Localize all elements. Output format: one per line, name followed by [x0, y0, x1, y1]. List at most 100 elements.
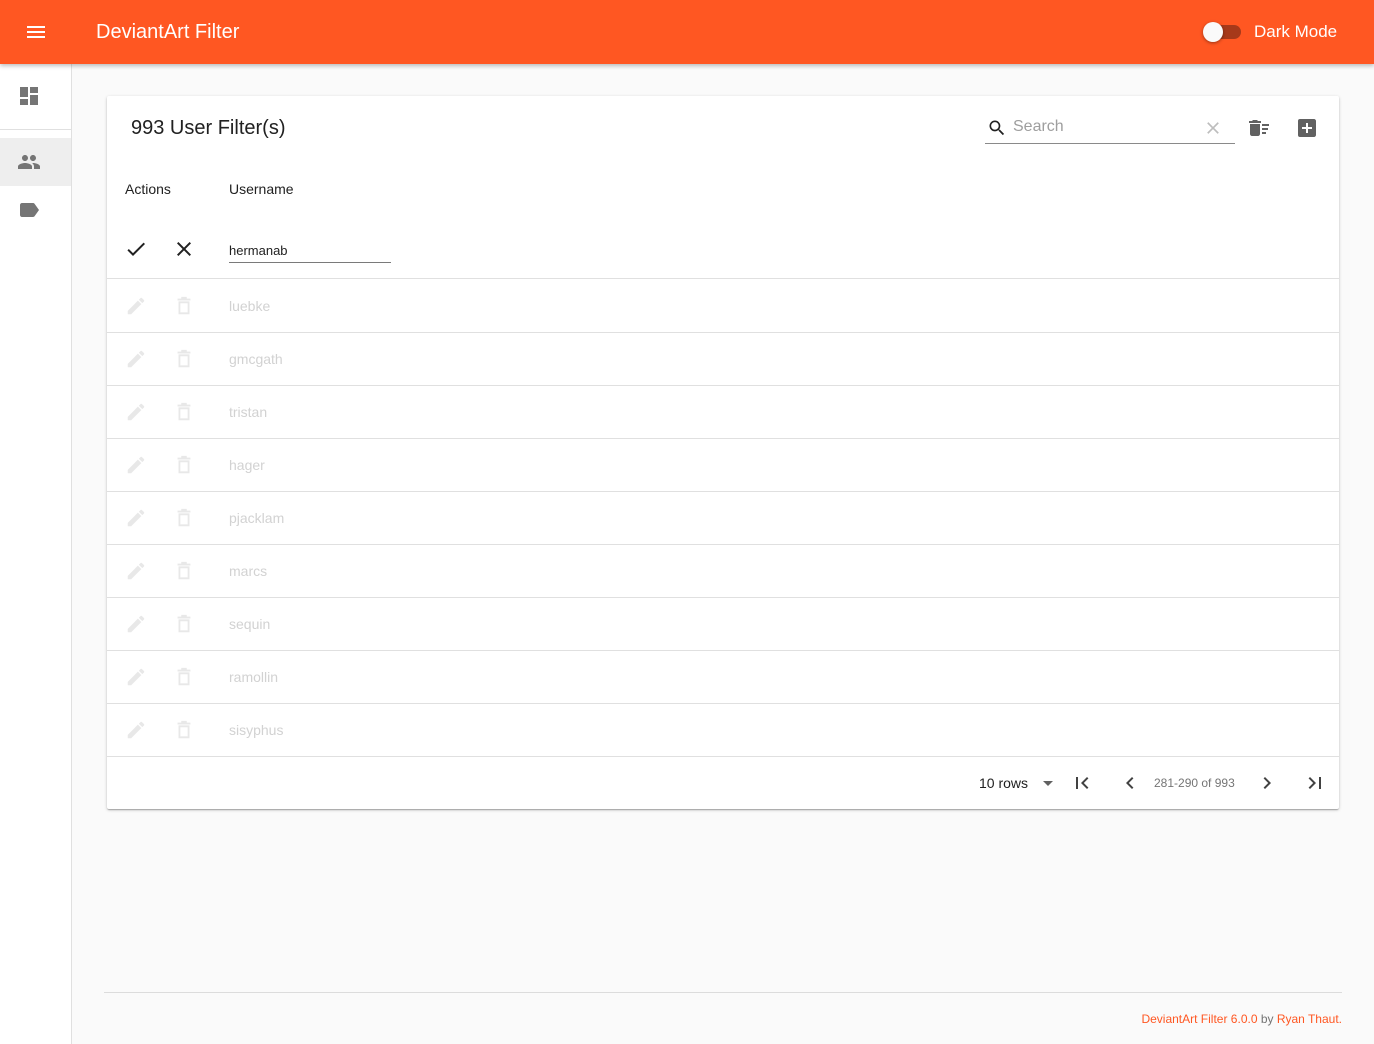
edit-icon	[127, 350, 145, 368]
delete-button[interactable]	[172, 294, 196, 318]
search-field	[985, 112, 1235, 144]
delete-button[interactable]	[172, 347, 196, 371]
edit-button[interactable]	[124, 718, 148, 742]
edit-row	[107, 226, 1339, 279]
delete-all-button[interactable]	[1247, 116, 1271, 140]
app-version-link[interactable]: DeviantArt Filter 6.0.0	[1141, 1012, 1257, 1026]
trash-icon	[177, 455, 191, 474]
trash-icon	[177, 614, 191, 633]
dropdown-arrow-icon	[1043, 781, 1054, 786]
edit-button[interactable]	[124, 347, 148, 371]
app-bar: DeviantArt Filter Dark Mode	[0, 0, 1374, 64]
edit-icon	[127, 562, 145, 580]
author-link[interactable]: Ryan Thaut.	[1277, 1012, 1342, 1026]
trash-icon	[177, 508, 191, 527]
delete-sweep-icon	[1249, 120, 1269, 136]
dark-mode-toggle[interactable]	[1203, 22, 1243, 42]
edit-button[interactable]	[124, 453, 148, 477]
edit-icon	[127, 456, 145, 474]
delete-button[interactable]	[172, 559, 196, 583]
trash-icon	[177, 561, 191, 580]
label-icon	[20, 203, 39, 217]
dark-mode-label: Dark Mode	[1254, 22, 1338, 41]
username-cell: luebke	[229, 298, 271, 314]
rows-per-page-value: 10 rows	[979, 775, 1029, 791]
edit-button[interactable]	[124, 665, 148, 689]
user-filters-card: 993 User Filter(s) Actions Username lueb…	[107, 96, 1339, 809]
column-header-username[interactable]: Username	[229, 182, 294, 196]
delete-button[interactable]	[172, 612, 196, 636]
rows-per-page-select[interactable]: 10 rows	[979, 771, 1060, 795]
edit-icon	[127, 615, 145, 633]
nav-item-tags[interactable]	[0, 186, 71, 234]
chevron-right-icon	[1263, 777, 1271, 789]
username-cell: tristan	[229, 404, 268, 420]
save-edit-button[interactable]	[124, 237, 148, 261]
username-cell: sisyphus	[229, 722, 284, 738]
column-header-actions: Actions	[125, 181, 171, 197]
edit-button[interactable]	[124, 559, 148, 583]
delete-button[interactable]	[172, 453, 196, 477]
table-row: marcs	[107, 545, 1339, 598]
nav-divider	[0, 129, 71, 130]
next-page-button[interactable]	[1255, 771, 1279, 795]
search-icon	[989, 120, 1005, 136]
first-page-icon	[1076, 777, 1089, 789]
search-input[interactable]	[1013, 115, 1193, 139]
footer: DeviantArt Filter 6.0.0 by Ryan Thaut.	[1141, 1012, 1342, 1026]
edit-button[interactable]	[124, 506, 148, 530]
footer-by-text: by	[1257, 1012, 1277, 1026]
menu-button[interactable]	[12, 8, 60, 56]
last-page-button[interactable]	[1303, 771, 1327, 795]
nav-drawer	[0, 64, 72, 1044]
dashboard-icon	[20, 87, 38, 105]
page-range: 281-290 of 993	[1154, 776, 1235, 790]
table-row: hager	[107, 439, 1339, 492]
username-cell: ramollin	[229, 669, 279, 685]
username-cell: gmcgath	[229, 351, 283, 367]
table-row: gmcgath	[107, 333, 1339, 386]
people-icon	[18, 155, 40, 169]
app-title: DeviantArt Filter	[96, 21, 240, 43]
nav-item-dashboard[interactable]	[0, 72, 71, 120]
menu-icon	[27, 26, 45, 38]
add-filter-button[interactable]	[1295, 116, 1319, 140]
username-cell: pjacklam	[229, 510, 285, 526]
username-edit-input[interactable]	[229, 239, 389, 261]
delete-button[interactable]	[172, 506, 196, 530]
edit-icon	[127, 509, 145, 527]
edit-button[interactable]	[124, 400, 148, 424]
edit-button[interactable]	[124, 294, 148, 318]
dark-mode-toggle-thumb	[1203, 22, 1223, 42]
trash-icon	[177, 402, 191, 421]
last-page-icon	[1308, 777, 1321, 789]
edit-button[interactable]	[124, 612, 148, 636]
username-cell: sequin	[229, 616, 271, 632]
footer-divider	[104, 992, 1342, 993]
cancel-edit-button[interactable]	[172, 237, 196, 261]
delete-button[interactable]	[172, 718, 196, 742]
trash-icon	[177, 296, 191, 315]
check-icon	[127, 242, 145, 256]
table-row: sisyphus	[107, 704, 1339, 757]
trash-icon	[177, 720, 191, 739]
table-row: tristan	[107, 386, 1339, 439]
username-cell: hager	[229, 457, 265, 473]
edit-icon	[127, 403, 145, 421]
first-page-button[interactable]	[1070, 771, 1094, 795]
trash-icon	[177, 349, 191, 368]
add-box-icon	[1298, 119, 1316, 137]
table-row: luebke	[107, 280, 1339, 333]
clear-search-icon[interactable]	[1203, 118, 1223, 138]
delete-button[interactable]	[172, 665, 196, 689]
table-row: pjacklam	[107, 492, 1339, 545]
edit-icon	[127, 721, 145, 739]
edit-icon	[127, 668, 145, 686]
delete-button[interactable]	[172, 400, 196, 424]
table-row: sequin	[107, 598, 1339, 651]
close-icon	[177, 242, 191, 256]
previous-page-button[interactable]	[1118, 771, 1142, 795]
pagination: 10 rows 281-290 of 993	[107, 757, 1339, 809]
username-edit-field	[229, 239, 391, 263]
nav-item-users[interactable]	[0, 138, 71, 186]
